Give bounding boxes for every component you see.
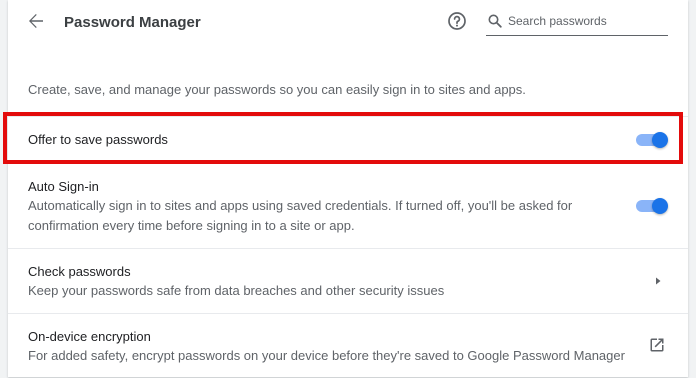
chevron-right-icon	[656, 277, 661, 285]
on-device-encryption-row[interactable]: On-device encryption For added safety, e…	[8, 313, 688, 378]
auto-sign-in-label: Auto Sign-in	[28, 179, 99, 194]
search-input[interactable]	[508, 10, 663, 32]
auto-sign-in-description-line1: Automatically sign in to sites and apps …	[28, 198, 573, 213]
help-circle-icon	[448, 12, 466, 30]
page-header: Password Manager	[8, 0, 688, 46]
search-icon	[488, 14, 502, 28]
help-button[interactable]	[447, 11, 467, 31]
on-device-encryption-label: On-device encryption	[28, 329, 151, 344]
check-passwords-row[interactable]: Check passwords Keep your passwords safe…	[8, 248, 688, 314]
intro-text: Create, save, and manage your passwords …	[28, 82, 526, 97]
auto-sign-in-toggle[interactable]	[636, 198, 668, 214]
offer-to-save-row[interactable]: Offer to save passwords	[8, 116, 688, 173]
toggle-knob	[652, 198, 668, 214]
toggle-knob	[652, 132, 668, 148]
on-device-encryption-description: For added safety, encrypt passwords on y…	[28, 348, 625, 363]
page-title: Password Manager	[64, 14, 201, 31]
auto-sign-in-description-line2: confirmation every time before signing i…	[28, 218, 355, 233]
settings-card: Password Manager Create, save, and manag…	[8, 0, 688, 377]
arrow-back-icon	[29, 14, 43, 28]
search-box	[486, 8, 668, 36]
auto-sign-in-row[interactable]: Auto Sign-in Automatically sign in to si…	[8, 172, 688, 248]
offer-to-save-label: Offer to save passwords	[28, 132, 168, 147]
offer-to-save-toggle[interactable]	[636, 132, 668, 148]
open-in-new-button[interactable]	[648, 336, 666, 354]
back-button[interactable]	[24, 9, 48, 33]
check-passwords-description: Keep your passwords safe from data breac…	[28, 283, 445, 298]
check-passwords-arrow-button[interactable]	[652, 274, 664, 286]
open-in-new-icon	[650, 338, 664, 352]
check-passwords-label: Check passwords	[28, 264, 131, 279]
